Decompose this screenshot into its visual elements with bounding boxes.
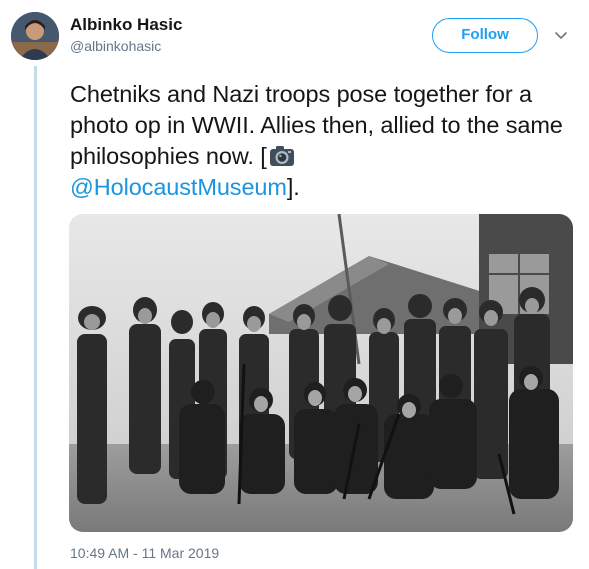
avatar[interactable] xyxy=(11,12,59,60)
thread-line xyxy=(34,66,37,569)
tweet-timestamp[interactable]: 10:49 AM - 11 Mar 2019 xyxy=(70,545,219,561)
mention-link[interactable]: @HolocaustMuseum xyxy=(70,174,287,200)
tweet-text: Chetniks and Nazi troops pose together f… xyxy=(70,79,580,203)
tweet-text-part2: ]. xyxy=(286,174,300,200)
follow-button[interactable]: Follow xyxy=(432,18,538,53)
user-name[interactable]: Albinko Hasic xyxy=(70,15,182,35)
camera-icon xyxy=(269,146,294,166)
tweet-text-part1: Chetniks and Nazi troops pose together f… xyxy=(70,81,563,169)
chevron-down-icon[interactable] xyxy=(552,26,570,44)
user-handle[interactable]: @albinkohasic xyxy=(70,38,161,54)
tweet-photo[interactable] xyxy=(69,214,573,532)
